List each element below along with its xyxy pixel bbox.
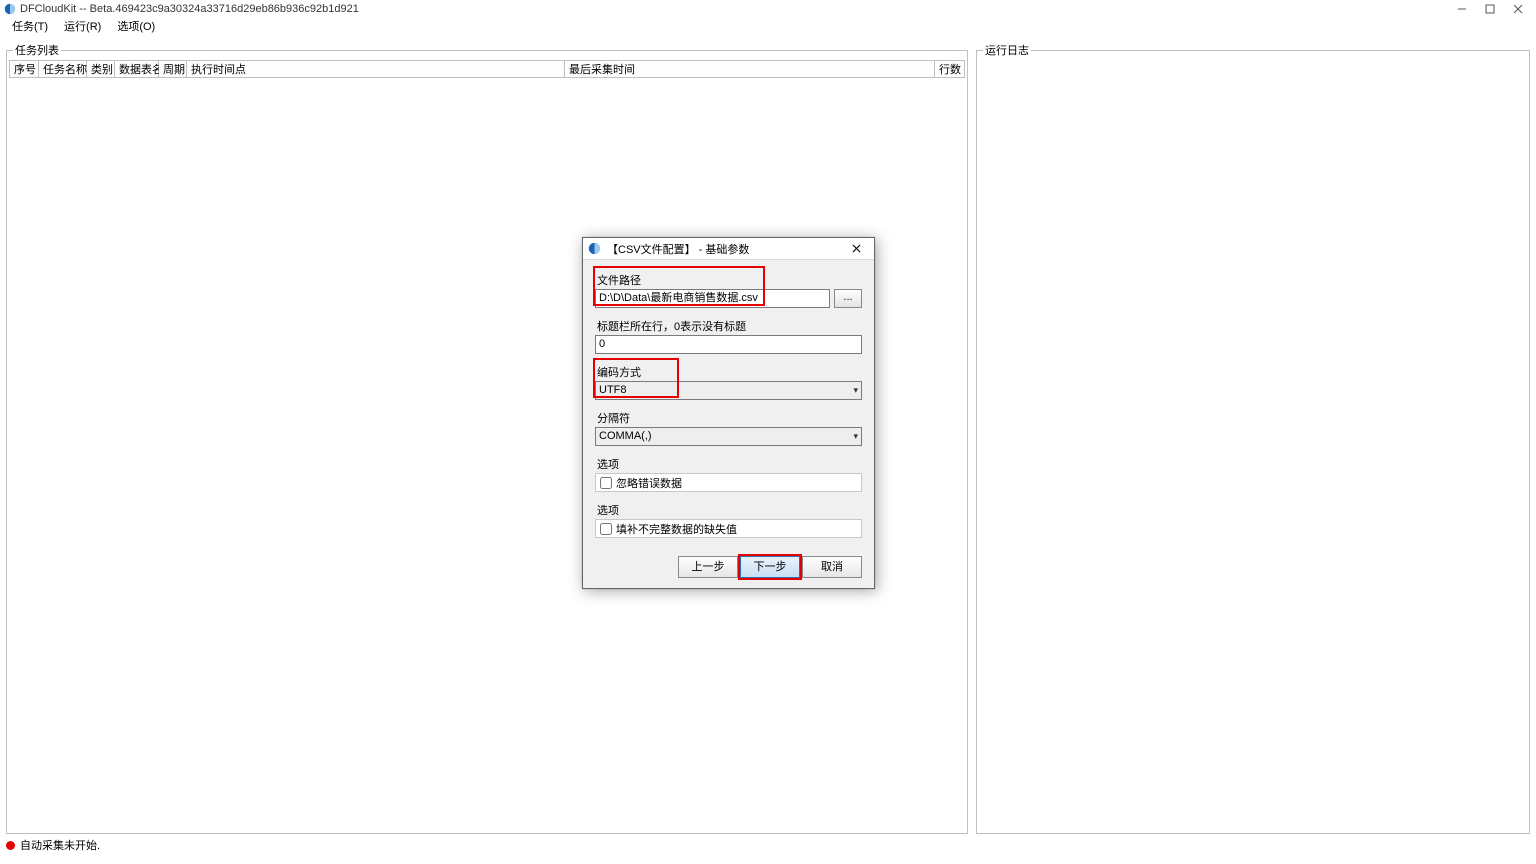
menu-task[interactable]: 任务(T) [4,18,56,36]
col-exec[interactable]: 执行时间点 [187,60,565,78]
chevron-down-icon: ▾ [853,383,858,398]
col-rows[interactable]: 行数 [935,60,965,78]
field-delimiter: 分隔符 COMMA(,) ▾ [595,408,862,446]
option1-header: 选项 [595,454,621,473]
encoding-value: UTF8 [599,383,853,398]
menu-run[interactable]: 运行(R) [56,18,109,36]
dialog-app-icon [587,242,601,256]
tasklist-header-row: 序号 任务名称 类别 数据表名 周期 执行时间点 最后采集时间 行数 [9,60,965,78]
field-option-ignore-errors: 选项 忽略错误数据 [595,454,862,492]
dialog-close-button[interactable] [842,239,870,259]
log-body[interactable] [979,60,1527,831]
statusbar: 自动采集未开始. [0,834,1536,856]
menu-options[interactable]: 选项(O) [109,18,163,36]
browse-button[interactable]: ... [834,289,862,308]
encoding-select[interactable]: UTF8 ▾ [595,381,862,400]
col-cycle[interactable]: 周期 [159,60,187,78]
maximize-button[interactable] [1476,0,1504,18]
ignore-errors-label: 忽略错误数据 [616,475,682,491]
fill-missing-checkbox[interactable] [600,523,612,535]
titlebar: DFCloudKit -- Beta.469423c9a30324a33716d… [0,0,1536,18]
delimiter-value: COMMA(,) [599,429,853,444]
log-title: 运行日志 [983,42,1031,58]
cancel-button[interactable]: 取消 [802,556,862,578]
field-titlerow: 标题栏所在行，0表示没有标题 0 [595,316,862,354]
dialog-titlebar[interactable]: 【CSV文件配置】 - 基础参数 [583,238,874,260]
field-option-fill-missing: 选项 填补不完整数据的缺失值 [595,500,862,538]
filepath-label: 文件路径 [595,270,643,289]
encoding-label: 编码方式 [595,362,643,381]
titlerow-label: 标题栏所在行，0表示没有标题 [595,316,748,335]
col-table[interactable]: 数据表名 [115,60,159,78]
dialog-buttons: 上一步 下一步 取消 [583,550,874,588]
delimiter-label: 分隔符 [595,408,632,427]
col-cat[interactable]: 类别 [87,60,115,78]
close-button[interactable] [1504,0,1532,18]
field-filepath: 文件路径 D:\D\Data\最新电商销售数据.csv ... [595,270,862,308]
app-icon [4,3,16,15]
next-button[interactable]: 下一步 [740,556,800,578]
minimize-button[interactable] [1448,0,1476,18]
col-last[interactable]: 最后采集时间 [565,60,935,78]
dialog-body: 文件路径 D:\D\Data\最新电商销售数据.csv ... 标题栏所在行，0… [583,260,874,550]
delimiter-select[interactable]: COMMA(,) ▾ [595,427,862,446]
window-title: DFCloudKit -- Beta.469423c9a30324a33716d… [20,3,359,15]
chevron-down-icon: ▾ [853,429,858,444]
status-indicator-icon [6,841,15,850]
filepath-input[interactable]: D:\D\Data\最新电商销售数据.csv [595,289,830,308]
field-encoding: 编码方式 UTF8 ▾ [595,362,862,400]
tasklist-title: 任务列表 [13,42,61,58]
menubar: 任务(T) 运行(R) 选项(O) [0,18,1536,36]
ignore-errors-checkbox[interactable] [600,477,612,489]
dialog-title: 【CSV文件配置】 - 基础参数 [607,241,842,257]
fill-missing-label: 填补不完整数据的缺失值 [616,521,737,537]
csv-config-dialog: 【CSV文件配置】 - 基础参数 文件路径 D:\D\Data\最新电商销售数据… [582,237,875,589]
option2-header: 选项 [595,500,621,519]
titlerow-input[interactable]: 0 [595,335,862,354]
status-text: 自动采集未开始. [20,837,100,853]
col-name[interactable]: 任务名称 [39,60,87,78]
prev-button[interactable]: 上一步 [678,556,738,578]
log-panel: 运行日志 [976,42,1530,834]
col-seq[interactable]: 序号 [9,60,39,78]
